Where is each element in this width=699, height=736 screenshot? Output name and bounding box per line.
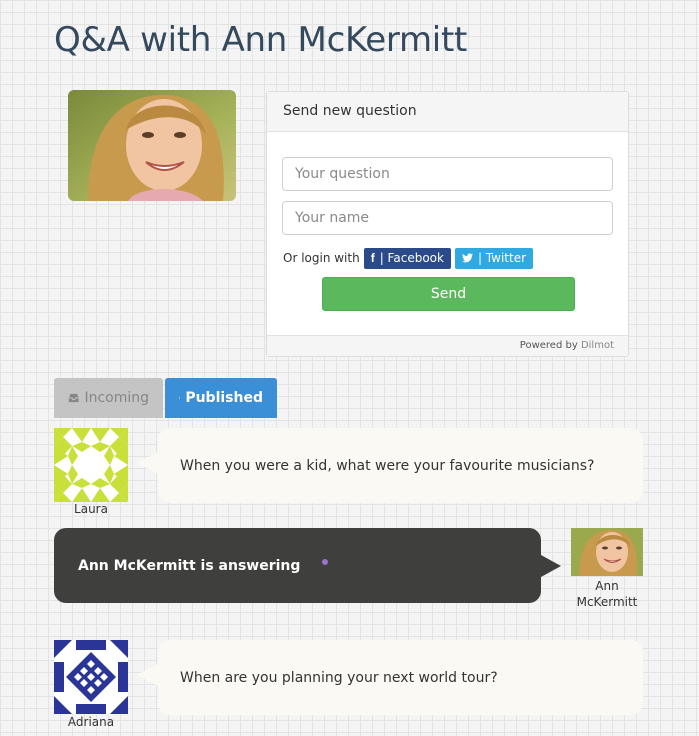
twitter-login-button[interactable]: | Twitter (454, 247, 534, 269)
tab-incoming[interactable]: Incoming (54, 378, 163, 418)
author-name-adriana: Adriana (67, 715, 115, 729)
answerer-name: Ann McKermitt (562, 578, 652, 610)
globe-icon (179, 397, 181, 399)
question-text-1: When you were a kid, what were your favo… (180, 457, 595, 474)
question-bubble-2: When are you planning your next world to… (136, 640, 643, 715)
answering-text: Ann McKermitt is answering (78, 557, 301, 574)
avatar-laura (54, 428, 128, 502)
powered-by-text: Powered by (519, 340, 578, 351)
facebook-login-button[interactable]: f | Facebook (363, 247, 451, 269)
author-name-laura: Laura (74, 502, 108, 516)
twitter-label: | Twitter (477, 251, 527, 265)
name-input[interactable] (282, 201, 613, 235)
question-input[interactable] (282, 157, 613, 191)
answering-bubble: Ann McKermitt is answering (54, 528, 561, 603)
twitter-icon (461, 253, 473, 263)
facebook-label: | Facebook (379, 251, 444, 265)
dilmot-link[interactable]: Dilmot (581, 340, 614, 351)
avatar-adriana (54, 640, 128, 714)
question-text-2: When are you planning your next world to… (180, 669, 498, 686)
tab-incoming-label: Incoming (84, 390, 149, 406)
inbox-icon (68, 393, 79, 403)
form-header: Send new question (267, 92, 628, 132)
typing-indicator (322, 559, 328, 565)
author-photo (68, 90, 236, 201)
question-bubble-1: When you were a kid, what were your favo… (136, 428, 643, 503)
answerer-photo (571, 528, 643, 576)
tab-published-label: Published (185, 390, 263, 406)
tab-published[interactable]: Published (165, 378, 277, 418)
social-login-row: Or login with f | Facebook | Twitter (283, 247, 534, 269)
send-button[interactable]: Send (322, 277, 575, 311)
answerer-name-last: McKermitt (576, 595, 638, 609)
login-prefix: Or login with (283, 251, 360, 265)
question-form-panel: Send new question Or login with f | Face… (266, 91, 629, 357)
answerer-name-first: Ann (595, 579, 619, 593)
facebook-icon: f (370, 251, 375, 265)
powered-by-footer: Powered by Dilmot (267, 335, 628, 356)
page-title: Q&A with Ann McKermitt (54, 20, 468, 60)
